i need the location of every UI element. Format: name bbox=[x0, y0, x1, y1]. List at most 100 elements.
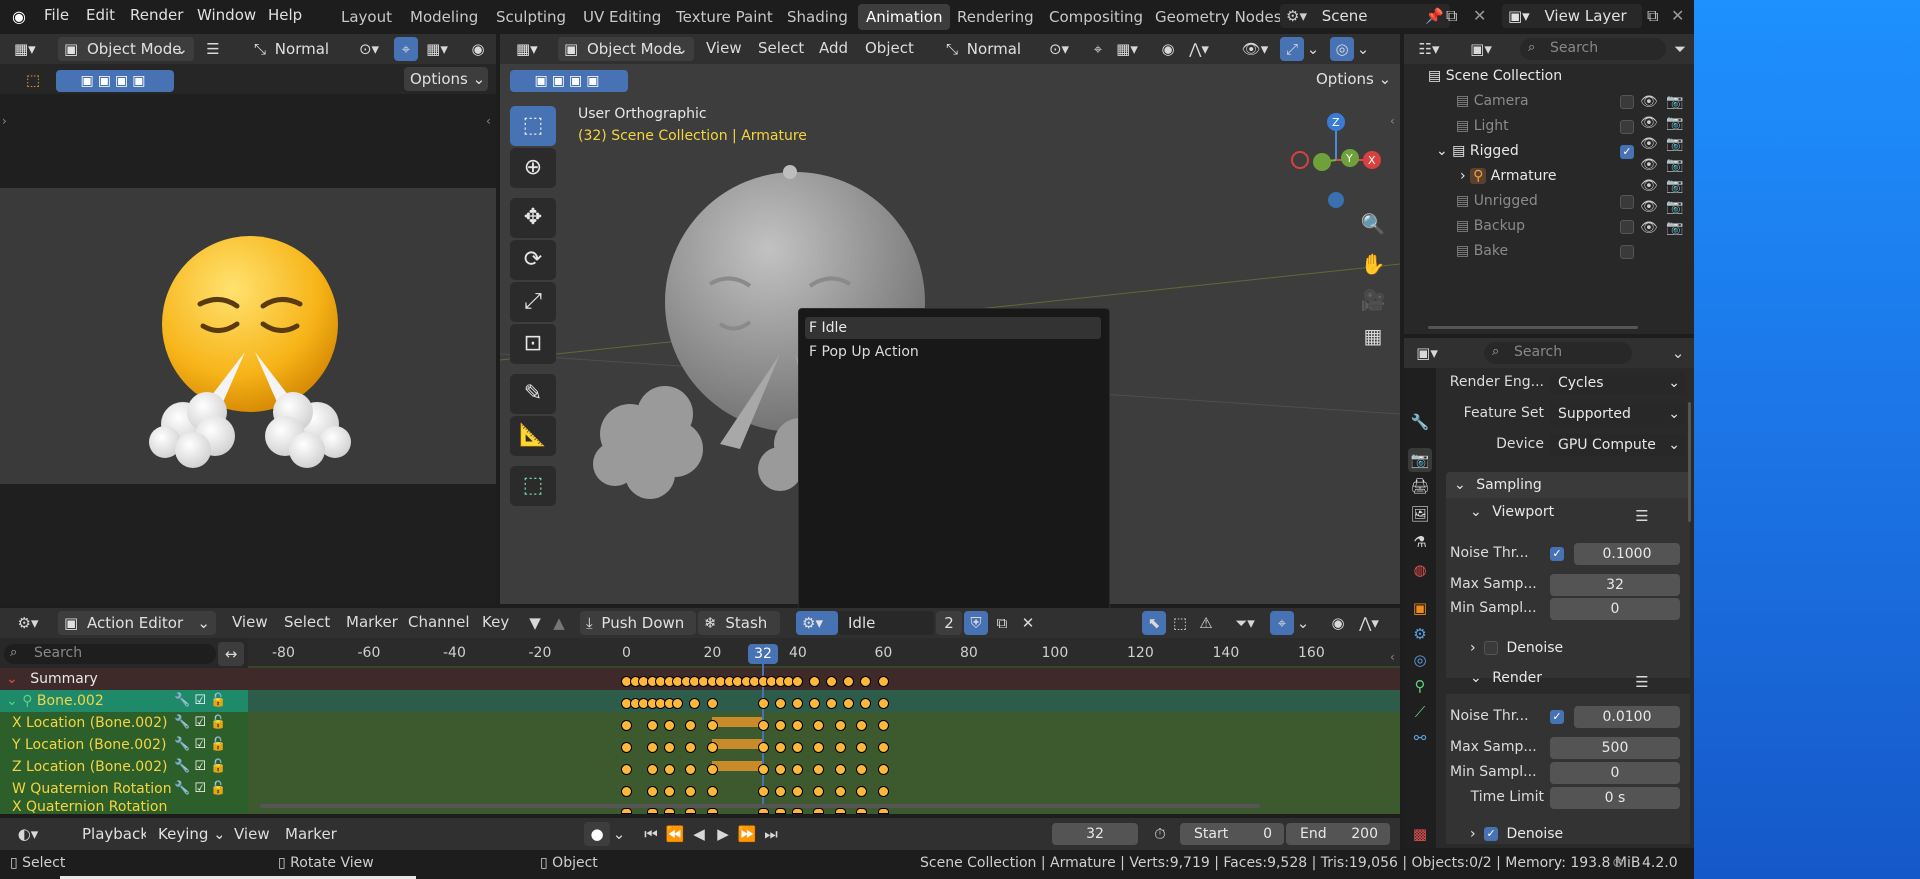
denoise-render-subpanel-header[interactable]: › ✓ Denoise bbox=[1470, 826, 1563, 842]
editor-type-button[interactable]: ▦▾ bbox=[510, 37, 554, 61]
keyframe-marker[interactable] bbox=[706, 698, 718, 709]
keyframe-marker[interactable] bbox=[621, 808, 632, 814]
keyframe-marker[interactable] bbox=[877, 720, 889, 731]
only-errors-icon[interactable]: ⚠ bbox=[1194, 611, 1218, 635]
overlays-dropdown-icon[interactable]: ⌄ bbox=[1356, 37, 1370, 61]
current-frame-field[interactable]: 32 bbox=[1052, 823, 1138, 845]
auto-snap-dropdown-icon[interactable]: ⌄ bbox=[1296, 611, 1310, 635]
keyframe-marker[interactable] bbox=[774, 742, 786, 753]
browse-action-button[interactable]: ⚙▾ bbox=[796, 611, 838, 635]
pan-icon[interactable]: ✋ bbox=[1358, 252, 1388, 276]
y-location-label[interactable]: Y Location (Bone.002) bbox=[12, 734, 166, 756]
exclude-checkbox[interactable]: ✓ bbox=[1620, 145, 1634, 159]
keyframe-marker[interactable] bbox=[774, 698, 786, 709]
keyframe-marker[interactable] bbox=[757, 720, 769, 731]
tab-modeling[interactable]: Modeling bbox=[402, 4, 486, 30]
chevron-down-icon[interactable]: ⌄ bbox=[1668, 341, 1688, 365]
sidebar-collapse-icon[interactable]: ‹ bbox=[1390, 114, 1395, 128]
keyframe-marker[interactable] bbox=[621, 742, 632, 753]
pivot-icon[interactable]: ⊙▾ bbox=[1042, 37, 1076, 61]
r-noise-checkbox[interactable]: ✓ bbox=[1550, 710, 1564, 724]
pivot-icon[interactable]: ⊙▾ bbox=[352, 37, 386, 61]
keyframe-marker[interactable] bbox=[834, 786, 846, 797]
keyframe-marker[interactable] bbox=[646, 808, 658, 814]
keyframe-marker[interactable] bbox=[757, 808, 769, 814]
tab-geometry-nodes[interactable]: Geometry Nodes bbox=[1147, 4, 1290, 30]
tab-rendering[interactable]: Rendering bbox=[949, 4, 1042, 30]
keyframe-marker[interactable] bbox=[792, 698, 803, 709]
visibility-icon[interactable]: 👁▾ bbox=[1238, 37, 1272, 61]
keyframe-marker[interactable] bbox=[663, 742, 675, 753]
keyframe-marker[interactable] bbox=[774, 720, 786, 731]
navigation-gizmo[interactable]: Z X Y bbox=[1286, 110, 1386, 210]
camera-view-icon[interactable]: 🎥 bbox=[1358, 288, 1388, 312]
perspective-toggle-icon[interactable]: ▦ bbox=[1358, 324, 1388, 348]
snap-grid-icon[interactable]: ▦▾ bbox=[420, 37, 454, 61]
ae-menu-select[interactable]: Select bbox=[284, 613, 330, 631]
keyframe-marker[interactable] bbox=[757, 764, 769, 775]
play-reverse-icon[interactable]: ◀ bbox=[688, 822, 710, 846]
render-tab-icon[interactable]: 📷 bbox=[1408, 448, 1432, 472]
x-quaternion-label[interactable]: X Quaternion Rotation (B bbox=[12, 800, 172, 814]
keyframe-marker[interactable] bbox=[792, 742, 803, 753]
menu-edit[interactable]: Edit bbox=[86, 6, 115, 24]
keyframe-marker[interactable] bbox=[663, 808, 675, 814]
tab-animation[interactable]: Animation bbox=[858, 4, 951, 30]
editor-type-icon[interactable]: ◐▾ bbox=[10, 822, 46, 846]
keyframe-marker[interactable] bbox=[774, 786, 786, 797]
denoise-checkbox[interactable] bbox=[1484, 641, 1499, 655]
keyframe-marker[interactable] bbox=[792, 764, 803, 775]
viewport-menu-view[interactable]: View bbox=[706, 39, 742, 57]
physics-tab-icon[interactable]: ◎ bbox=[1408, 648, 1432, 672]
keyframe-marker[interactable] bbox=[813, 808, 825, 814]
select-tool-icon[interactable]: ⬚ bbox=[20, 68, 46, 94]
channel-toggle-icons[interactable]: 🔧 ☑ 🔓 🔧 ☑ 🔓 🔧 ☑ 🔓 🔧 ☑ 🔓 🔧 ☑ 🔓 bbox=[174, 690, 244, 800]
texture-tab-icon[interactable]: ▩ bbox=[1408, 822, 1432, 846]
action-item-idle[interactable]: F Idle bbox=[805, 317, 1101, 339]
swap-arrows-icon[interactable]: ↔ bbox=[218, 642, 244, 666]
keyframe-marker[interactable] bbox=[706, 764, 718, 775]
exclude-checkbox[interactable] bbox=[1620, 95, 1634, 109]
denoise-subpanel-header[interactable]: › Denoise bbox=[1470, 640, 1563, 656]
keyframe-marker[interactable] bbox=[877, 808, 889, 814]
object-tab-icon[interactable]: ▣ bbox=[1408, 596, 1432, 620]
vp-max-samples-field[interactable]: 32 bbox=[1550, 574, 1680, 596]
keyframe-marker[interactable] bbox=[646, 764, 658, 775]
show-hidden-icon[interactable]: ⬚ bbox=[1168, 611, 1192, 635]
outliner-search[interactable]: ⌕ Search bbox=[1520, 38, 1666, 60]
keyframe-marker[interactable] bbox=[685, 808, 697, 814]
auto-snap-icon[interactable]: ⌖ bbox=[1270, 611, 1294, 635]
next-keyframe-icon[interactable]: ⏩ bbox=[736, 822, 758, 846]
select-mode-buttons[interactable]: ▣▣▣▣ bbox=[56, 70, 174, 92]
keyframe-marker[interactable] bbox=[706, 742, 718, 753]
camera-render-icon[interactable]: 📷 📷 📷 📷 📷 📷 📷 bbox=[1666, 92, 1683, 239]
select-box-tool[interactable]: ⬚ bbox=[510, 106, 556, 146]
jump-start-icon[interactable]: ⏮ bbox=[640, 822, 662, 846]
outliner-item-armature[interactable]: › ⚲ Armature bbox=[1460, 168, 1557, 184]
transform-orientation-dropdown[interactable]: ⤡ Normal bbox=[248, 37, 344, 61]
tab-sculpting[interactable]: Sculpting bbox=[488, 4, 574, 30]
timeline-menu-view[interactable]: View bbox=[234, 825, 270, 843]
armature-data-tab-icon[interactable]: ⚲ bbox=[1408, 674, 1432, 698]
jump-end-icon[interactable]: ⏭ bbox=[760, 822, 782, 846]
scene-selector[interactable]: ⚙▾ Scene 📌 bbox=[1280, 4, 1450, 28]
keyframe-marker[interactable] bbox=[792, 786, 803, 797]
viewport-menu-select[interactable]: Select bbox=[758, 39, 804, 57]
add-cube-tool[interactable]: ⬚ bbox=[510, 466, 556, 506]
playhead-frame-indicator[interactable]: 32 bbox=[748, 644, 778, 664]
ae-menu-marker[interactable]: Marker bbox=[346, 613, 398, 631]
right-collapse-icon[interactable]: ‹ bbox=[486, 114, 491, 128]
outliner-item-rigged[interactable]: ⌄ ▤ Rigged bbox=[1436, 143, 1519, 159]
vp-min-samples-field[interactable]: 0 bbox=[1550, 598, 1680, 620]
new-scene-icon[interactable]: ⧉ bbox=[1446, 6, 1457, 26]
action-users-count[interactable]: 2 bbox=[936, 611, 962, 635]
view-layer-tab-icon[interactable]: 🖼 bbox=[1408, 502, 1432, 526]
x-location-label[interactable]: X Location (Bone.002) bbox=[12, 712, 167, 734]
action-editor-mode-dropdown[interactable]: ▣ Action Editor ⌄ bbox=[58, 611, 216, 635]
filter-icon[interactable]: ⏷▾ bbox=[1228, 611, 1262, 635]
scale-tool[interactable]: ⤢ bbox=[510, 282, 556, 322]
outliner-item-light[interactable]: ▤ Light bbox=[1456, 118, 1509, 134]
scene-tab-icon[interactable]: ⚗ bbox=[1408, 530, 1432, 554]
keyframe-marker[interactable] bbox=[774, 808, 786, 814]
keyframe-marker[interactable] bbox=[706, 786, 718, 797]
